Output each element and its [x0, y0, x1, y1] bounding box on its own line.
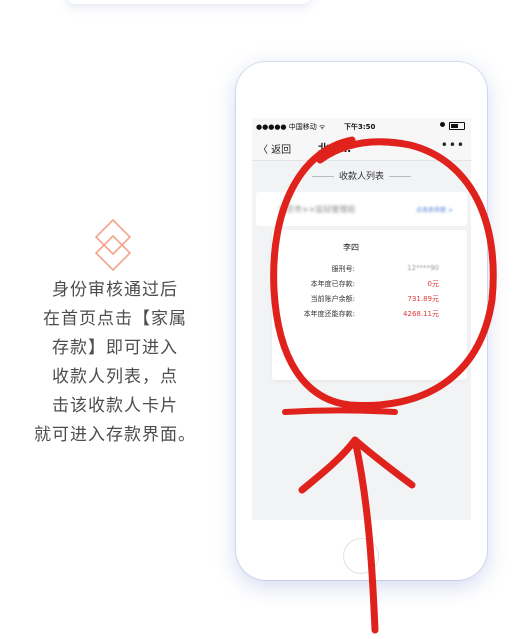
circle-annotation-tail [282, 407, 398, 415]
hand-drawn-annotation [270, 136, 497, 634]
circle-annotation [270, 136, 497, 410]
arrow-up-annotation [298, 436, 416, 634]
